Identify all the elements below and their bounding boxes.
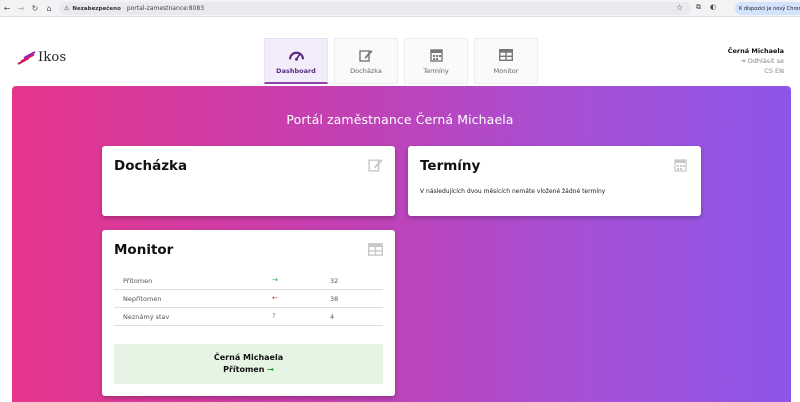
- card-title: Monitor: [114, 242, 174, 258]
- table-row[interactable]: Nepřítomen ← 38: [114, 290, 383, 308]
- main-nav-tabs: Dashboard Docházka Termíny Monitor: [264, 38, 538, 84]
- tab-label: Dashboard: [276, 67, 316, 75]
- tab-label: Docházka: [350, 67, 382, 75]
- ikos-logo[interactable]: Ikos: [17, 50, 66, 65]
- tab-monitor[interactable]: Monitor: [474, 38, 538, 84]
- address-bar[interactable]: ⚠ Nezabezpečeno portal-zamestnance:8083 …: [59, 2, 691, 15]
- card-title: Docházka: [114, 158, 188, 174]
- row-count: 32: [330, 277, 339, 285]
- forward-icon[interactable]: →: [14, 1, 28, 15]
- status-text: Přítomen: [223, 365, 265, 374]
- table-icon: [499, 48, 514, 62]
- card-monitor[interactable]: Monitor Přítomen → 32 Nepřítomen ← 38 Ne…: [102, 230, 395, 396]
- status-user-name: Černá Michaela: [213, 353, 284, 362]
- card-terminy[interactable]: Termíny V následujících dvou měsících ne…: [408, 146, 701, 216]
- page-title: Portál zaměstnance Černá Michaela: [286, 112, 514, 127]
- arrow-left-icon: ←: [272, 294, 278, 302]
- browser-toolbar: ← → ↻ ⌂ ⚠ Nezabezpečeno portal-zamestnan…: [0, 0, 800, 17]
- card-title: Termíny: [420, 158, 481, 174]
- tab-label: Termíny: [423, 67, 449, 75]
- question-icon: ?: [272, 312, 276, 320]
- home-icon[interactable]: ⌂: [42, 1, 56, 15]
- extensions-icon[interactable]: ⧉: [696, 3, 701, 12]
- logout-label[interactable]: Odhlásit se: [748, 57, 784, 65]
- card-dochazka[interactable]: Docházka: [102, 146, 395, 216]
- tab-label: Monitor: [493, 67, 519, 75]
- edit-icon: [368, 157, 383, 172]
- edit-icon: [359, 48, 374, 62]
- row-label: Nepřítomen: [123, 295, 162, 303]
- row-label: Přítomen: [123, 277, 153, 285]
- monitor-table: Přítomen → 32 Nepřítomen ← 38 Neznámý st…: [114, 272, 383, 326]
- row-count: 4: [330, 313, 335, 321]
- logout-link[interactable]: ⇥ Odhlásit se: [728, 56, 784, 66]
- table-icon: [368, 241, 383, 256]
- tab-terminy[interactable]: Termíny: [404, 38, 468, 84]
- profile-icon[interactable]: ◐: [710, 3, 716, 12]
- security-label[interactable]: Nezabezpečeno: [72, 6, 120, 12]
- bookmark-star-icon[interactable]: ☆: [676, 3, 683, 12]
- user-info: Černá Michaela ⇥ Odhlásit se CS EN: [728, 46, 784, 76]
- current-status-box[interactable]: Černá Michaela Přítomen →: [114, 344, 383, 384]
- row-count: 38: [330, 295, 339, 303]
- calendar-icon: [674, 157, 689, 172]
- warning-icon[interactable]: ⚠: [64, 5, 69, 12]
- logout-icon: ⇥: [740, 57, 748, 65]
- arrow-right-icon: →: [272, 276, 278, 284]
- tab-dochazka[interactable]: Docházka: [334, 38, 398, 84]
- user-name: Černá Michaela: [727, 47, 784, 55]
- gauge-icon: [288, 48, 304, 62]
- table-row[interactable]: Neznámý stav ? 4: [114, 308, 383, 326]
- logo-text: Ikos: [38, 50, 67, 65]
- logo-mark-icon: [17, 50, 37, 65]
- back-icon[interactable]: ←: [0, 1, 14, 15]
- table-row[interactable]: Přítomen → 32: [114, 272, 383, 290]
- row-label: Neznámý stav: [123, 313, 170, 321]
- arrow-right-icon: →: [267, 365, 274, 374]
- language-switcher[interactable]: CS EN: [728, 66, 784, 76]
- terminy-message: V následujících dvou měsících nemáte vlo…: [420, 188, 606, 195]
- chrome-update-button[interactable]: K dispozici je nový Chrome: [735, 2, 800, 15]
- calendar-icon: [429, 48, 444, 62]
- tab-dashboard[interactable]: Dashboard: [264, 38, 328, 84]
- url-text[interactable]: portal-zamestnance:8083: [127, 5, 204, 12]
- status-line: Přítomen →: [114, 364, 383, 376]
- reload-icon[interactable]: ↻: [28, 1, 42, 15]
